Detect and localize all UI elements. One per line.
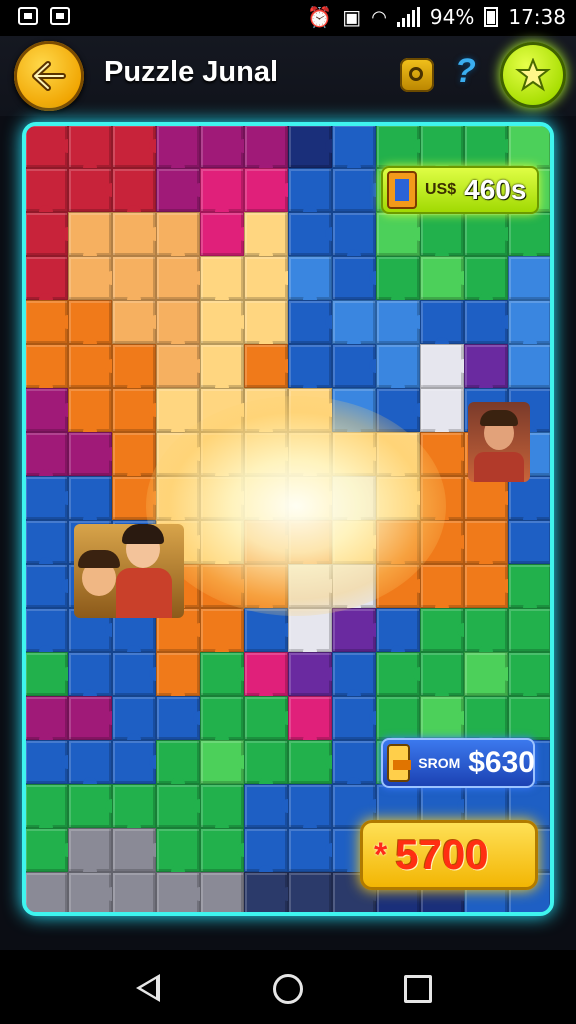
wifi-icon: ◠ — [371, 6, 387, 28]
puzzle-piece[interactable] — [508, 520, 550, 564]
star-button[interactable] — [500, 42, 566, 108]
coin-button[interactable] — [400, 58, 434, 92]
alarm-icon: ⏰ — [307, 5, 333, 29]
reward-top-prefix: US$ — [425, 181, 457, 198]
status-bar: ⏰ ▣ ◠ 94% 17:38 — [0, 0, 576, 36]
camera-icon: ▣ — [342, 5, 362, 29]
puzzle-board[interactable]: US$ 460s SROM $630 * 5700 — [22, 122, 554, 916]
ticket-icon — [387, 744, 412, 782]
battery-icon — [484, 7, 499, 27]
back-triangle-icon[interactable] — [136, 974, 160, 1002]
status-right: ⏰ ▣ ◠ 94% 17:38 — [307, 5, 566, 29]
game-header: Puzzle Junal ? — [0, 36, 576, 116]
clock: 17:38 — [508, 5, 566, 29]
reward-badge-top[interactable]: US$ 460s — [381, 166, 539, 214]
signal-icon — [396, 7, 420, 27]
back-button[interactable] — [14, 41, 84, 111]
notification-icon — [18, 7, 38, 25]
puzzle-piece[interactable] — [508, 344, 550, 388]
puzzle-piece[interactable] — [200, 872, 244, 912]
reward-top-value: 460s — [464, 174, 527, 205]
page-title: Puzzle Junal — [104, 56, 279, 88]
arrow-left-icon — [32, 61, 66, 91]
puzzle-piece[interactable] — [288, 872, 332, 912]
reward-mid-prefix: SROM — [418, 754, 461, 771]
star-icon — [515, 58, 551, 92]
score-star-icon: * — [374, 835, 388, 874]
battery-percent: 94% — [429, 5, 475, 29]
card-icon — [387, 171, 417, 209]
puzzle-piece[interactable] — [508, 608, 550, 652]
reward-mid-value: $630 — [468, 746, 535, 779]
reward-badge-middle[interactable]: SROM $630 — [381, 738, 535, 788]
character-piece-left[interactable] — [74, 524, 184, 618]
score-badge: * 5700 — [360, 820, 538, 890]
home-circle-icon[interactable] — [273, 974, 303, 1004]
score-value: 5700 — [395, 831, 489, 878]
gallery-icon — [50, 7, 70, 25]
system-nav-bar — [0, 950, 576, 1024]
character-piece-right[interactable] — [468, 402, 530, 482]
recent-square-icon[interactable] — [404, 975, 432, 1003]
puzzle-piece[interactable] — [508, 696, 550, 740]
help-button[interactable]: ? — [455, 52, 476, 91]
puzzle-piece[interactable] — [26, 872, 68, 912]
puzzle-grid[interactable] — [26, 126, 550, 912]
puzzle-piece[interactable] — [508, 256, 550, 300]
puzzle-piece[interactable] — [112, 872, 156, 912]
status-left-icons — [18, 7, 70, 25]
